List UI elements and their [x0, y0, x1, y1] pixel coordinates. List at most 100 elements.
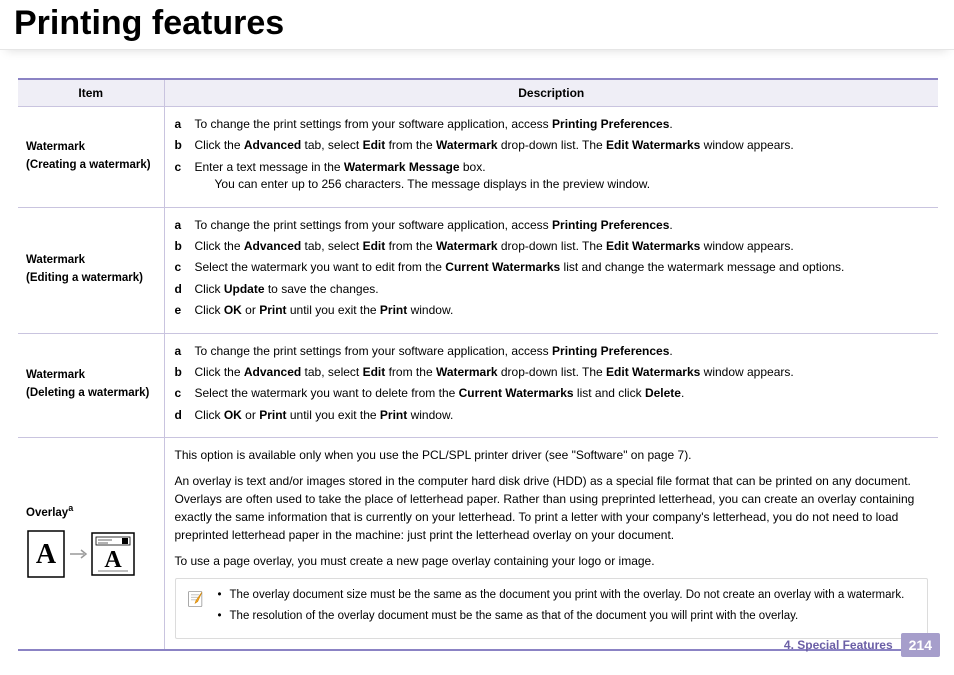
text: OK [224, 408, 242, 422]
text: Click the [195, 138, 244, 152]
text: Delete [645, 386, 681, 400]
text: Print [259, 303, 286, 317]
page-footer: 4. Special Features 214 [784, 633, 940, 657]
text: Edit Watermarks [606, 138, 700, 152]
text: Click [195, 282, 224, 296]
text: to save the changes. [265, 282, 379, 296]
text: This option is available only when you u… [175, 446, 929, 464]
step-list: a To change the print settings from your… [175, 342, 929, 428]
note-box: The overlay document size must be the sa… [175, 578, 929, 639]
item-title: Watermark [26, 141, 85, 153]
item-subtitle: (Deleting a watermark) [26, 387, 154, 399]
text: Click [195, 303, 224, 317]
item-subtitle: (Editing a watermark) [26, 272, 154, 284]
text: Click the [195, 239, 244, 253]
item-cell: Overlaya A A [18, 438, 164, 650]
text: Advanced [244, 138, 301, 152]
text: list and change the watermark message an… [560, 260, 844, 274]
item-title: Watermark [26, 369, 85, 381]
desc-cell: This option is available only when you u… [164, 438, 938, 650]
text: tab, select [301, 138, 362, 152]
text: Printing Preferences [552, 117, 669, 131]
text: Watermark [436, 365, 498, 379]
text: from the [385, 365, 436, 379]
note-text: The overlay document size must be the sa… [230, 587, 905, 604]
text: or [242, 408, 259, 422]
text: from the [385, 239, 436, 253]
table-row: Overlaya A A [18, 438, 938, 650]
text: To change the print settings from your s… [195, 117, 553, 131]
text: Advanced [244, 239, 301, 253]
text: To change the print settings from your s… [195, 218, 553, 232]
desc-cell: a To change the print settings from your… [164, 333, 938, 438]
text: To use a page overlay, you must create a… [175, 552, 929, 570]
item-cell: Watermark (Creating a watermark) [18, 107, 164, 208]
overlay-figure-icon: A A [26, 529, 154, 582]
text: window. [407, 408, 453, 422]
item-title: Overlaya [26, 507, 73, 519]
text: tab, select [301, 365, 362, 379]
text: window appears. [700, 239, 793, 253]
table-row: Watermark (Editing a watermark) a To cha… [18, 207, 938, 333]
svg-text:A: A [104, 547, 122, 573]
item-cell: Watermark (Deleting a watermark) [18, 333, 164, 438]
text: Printing Preferences [552, 344, 669, 358]
text: Click the [195, 365, 244, 379]
text: Edit [363, 365, 386, 379]
page-title: Printing features [0, 0, 954, 50]
features-table: Item Description Watermark (Creating a w… [18, 78, 938, 651]
text: drop-down list. The [498, 365, 607, 379]
text: tab, select [301, 239, 362, 253]
letter: A [36, 539, 57, 570]
text: window appears. [700, 138, 793, 152]
text: Watermark [436, 239, 498, 253]
header-item: Item [18, 79, 164, 107]
text: . [681, 386, 684, 400]
text: Update [224, 282, 265, 296]
header-desc: Description [164, 79, 938, 107]
table-row: Watermark (Deleting a watermark) a To ch… [18, 333, 938, 438]
text: You can enter up to 256 characters. The … [215, 176, 651, 193]
note-icon [186, 589, 206, 609]
footnote-marker: a [68, 503, 73, 513]
text: Advanced [244, 365, 301, 379]
chapter-label: 4. Special Features [784, 638, 893, 652]
step-list: a To change the print settings from your… [175, 216, 929, 323]
text: Edit [363, 239, 386, 253]
text: drop-down list. The [498, 239, 607, 253]
step-list: a To change the print settings from your… [175, 115, 929, 197]
page-number: 214 [901, 633, 940, 657]
desc-cell: a To change the print settings from your… [164, 107, 938, 208]
text: Printing Preferences [552, 218, 669, 232]
text: Edit Watermarks [606, 239, 700, 253]
text: or [242, 303, 259, 317]
text: Watermark Message [344, 160, 460, 174]
text: box. [460, 160, 486, 174]
text: Select the watermark you want to delete … [195, 386, 459, 400]
text: OK [224, 303, 242, 317]
text: Print [380, 303, 407, 317]
text: . [669, 117, 672, 131]
text: window. [407, 303, 453, 317]
text: Edit [363, 138, 386, 152]
text: Print [259, 408, 286, 422]
note-text: The resolution of the overlay document m… [230, 608, 799, 625]
text: Select the watermark you want to edit fr… [195, 260, 446, 274]
text: An overlay is text and/or images stored … [175, 472, 929, 544]
text: Print [380, 408, 407, 422]
text: Watermark [436, 138, 498, 152]
text: Current Watermarks [445, 260, 560, 274]
text: Overlay [26, 507, 68, 519]
text: Click [195, 408, 224, 422]
text: window appears. [700, 365, 793, 379]
item-cell: Watermark (Editing a watermark) [18, 207, 164, 333]
text: from the [385, 138, 436, 152]
text: drop-down list. The [498, 138, 607, 152]
table-row: Watermark (Creating a watermark) a To ch… [18, 107, 938, 208]
text: list and click [574, 386, 645, 400]
text: Enter a text message in the [195, 160, 344, 174]
item-subtitle: (Creating a watermark) [26, 159, 154, 171]
text: Current Watermarks [459, 386, 574, 400]
text: . [669, 218, 672, 232]
desc-cell: a To change the print settings from your… [164, 207, 938, 333]
